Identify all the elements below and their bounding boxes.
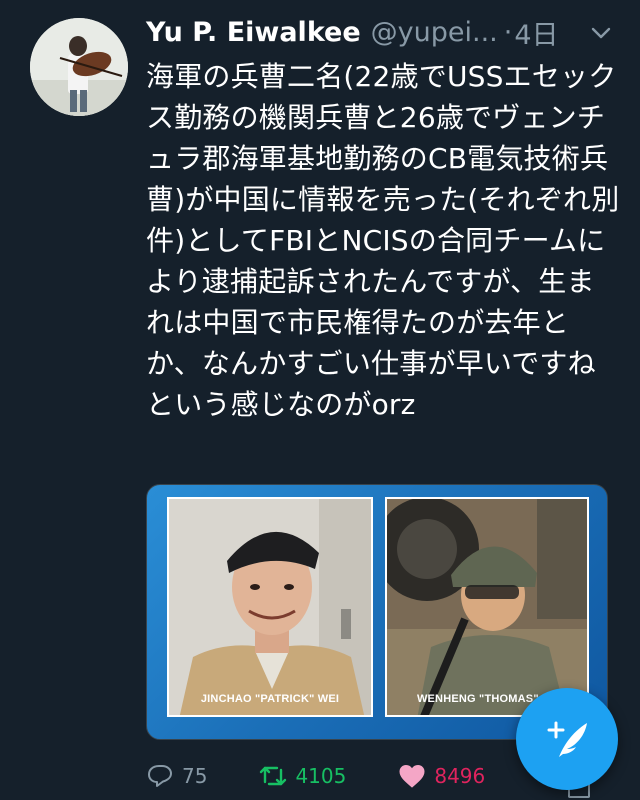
like-button[interactable]: 8496 [398, 762, 485, 790]
tweet-text: 海軍の兵曹二名(22歳でUSSエセックス勤務の機関兵曹と26歳でヴェンチュラ郡海… [146, 60, 620, 421]
tweet[interactable]: Yu P. Eiwalkee @yupei... · 4日 海軍の兵曹二名(22… [0, 0, 640, 800]
chevron-down-icon[interactable] [590, 22, 612, 44]
author-name[interactable]: Yu P. Eiwalkee [146, 17, 361, 48]
retweet-count: 4105 [295, 764, 347, 788]
reply-count: 75 [182, 764, 208, 788]
separator-dot: · [503, 16, 513, 48]
reply-button[interactable]: 75 [146, 762, 207, 790]
avatar[interactable] [30, 18, 128, 116]
retweet-button[interactable]: 4105 [259, 762, 346, 790]
retweet-icon [260, 766, 287, 786]
author-handle[interactable]: @yupei... [371, 17, 498, 48]
timestamp[interactable]: 4日 [514, 13, 558, 52]
compose-tweet-button[interactable] [516, 688, 618, 790]
compose-tweet-icon [547, 721, 587, 757]
like-count: 8496 [434, 764, 486, 788]
media-caption-left: JINCHAO "PATRICK" WEI [200, 693, 340, 705]
media-photo-left[interactable]: JINCHAO "PATRICK" WEI [167, 497, 373, 717]
tweet-header: Yu P. Eiwalkee @yupei... · 4日 [146, 13, 626, 52]
media-photo-right[interactable]: WENHENG "THOMAS" ZH [385, 497, 589, 717]
reply-icon [148, 765, 172, 787]
heart-icon [399, 764, 425, 788]
